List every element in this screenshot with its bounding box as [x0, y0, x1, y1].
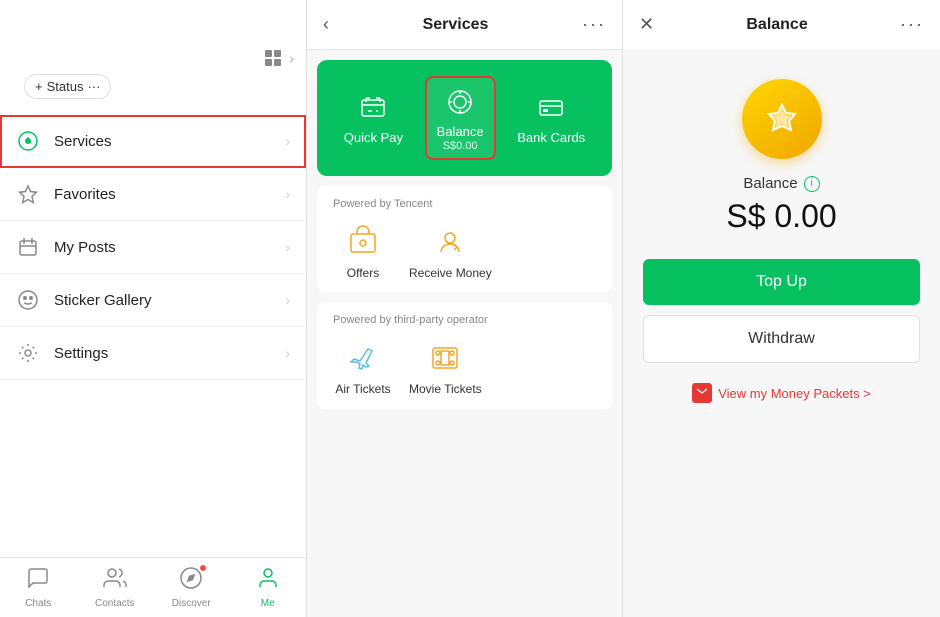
- grid-icon[interactable]: [265, 50, 281, 66]
- right-panel: ✕ Balance ··· Balance i S$ 0.00 Top Up W…: [623, 0, 940, 617]
- services-card: Quick Pay Balance S$0.00: [317, 60, 612, 176]
- sidebar-item-myposts[interactable]: My Posts ›: [0, 221, 306, 274]
- red-envelope-icon: [692, 383, 712, 403]
- balance-header: ✕ Balance ···: [623, 0, 940, 49]
- balance-item[interactable]: Balance S$0.00: [425, 76, 496, 160]
- settings-chevron: ›: [285, 345, 290, 361]
- balance-sublabel: S$0.00: [443, 140, 478, 152]
- receive-money-item[interactable]: Receive Money: [409, 222, 492, 280]
- settings-label: Settings: [54, 345, 285, 362]
- movie-tickets-label: Movie Tickets: [409, 382, 482, 396]
- balance-page-title: Balance: [746, 16, 807, 34]
- sidebar-item-services[interactable]: Services ›: [0, 115, 306, 168]
- middle-header: ‹ Services ···: [307, 0, 622, 50]
- services-label: Services: [54, 133, 285, 150]
- sidebar-item-sticker[interactable]: Sticker Gallery ›: [0, 274, 306, 327]
- bankcards-icon: [533, 90, 569, 126]
- favorites-chevron: ›: [285, 186, 290, 202]
- top-icons: ›: [265, 50, 294, 66]
- tencent-service-items: Offers Receive Money: [333, 222, 596, 280]
- left-panel: › + Status ··· Services ›: [0, 0, 307, 617]
- status-label: Status: [47, 79, 84, 94]
- middle-panel: ‹ Services ··· Quick Pay: [307, 0, 623, 617]
- myposts-label: My Posts: [54, 239, 285, 256]
- menu-list: Services › Favorites › My Posts ›: [0, 115, 306, 557]
- plus-icon: +: [35, 79, 43, 94]
- settings-icon: [16, 341, 40, 365]
- status-button[interactable]: + Status ···: [24, 74, 111, 99]
- services-chevron: ›: [285, 133, 290, 149]
- services-icon: [16, 129, 40, 153]
- nav-chats[interactable]: Chats: [0, 558, 77, 617]
- bottom-navigation: Chats Contacts Discover: [0, 557, 306, 617]
- movie-tickets-icon: [425, 338, 465, 378]
- quickpay-icon: [355, 90, 391, 126]
- chats-icon: [26, 566, 50, 596]
- balance-amount-text: S$ 0.00: [726, 198, 836, 235]
- tencent-section: Powered by Tencent Offers: [317, 186, 612, 292]
- topup-button[interactable]: Top Up: [643, 259, 920, 305]
- myposts-chevron: ›: [285, 239, 290, 255]
- discover-label: Discover: [172, 598, 211, 609]
- thirdparty-powered-label: Powered by third-party operator: [333, 314, 596, 326]
- tencent-powered-label: Powered by Tencent: [333, 198, 596, 210]
- nav-me[interactable]: Me: [230, 558, 307, 617]
- expand-icon[interactable]: ›: [289, 50, 294, 66]
- balance-title-text: Balance: [743, 175, 797, 192]
- sticker-label: Sticker Gallery: [54, 292, 285, 309]
- me-icon: [256, 566, 280, 596]
- coin-icon: [742, 79, 822, 159]
- withdraw-button[interactable]: Withdraw: [643, 315, 920, 363]
- discover-icon: [179, 566, 203, 596]
- balance-title-row: Balance i: [743, 175, 819, 192]
- offers-label: Offers: [347, 266, 379, 280]
- balance-more-button[interactable]: ···: [900, 14, 924, 35]
- middle-title: Services: [423, 16, 489, 34]
- sidebar-item-favorites[interactable]: Favorites ›: [0, 168, 306, 221]
- middle-more-button[interactable]: ···: [582, 14, 606, 35]
- air-tickets-label: Air Tickets: [335, 382, 390, 396]
- nav-discover[interactable]: Discover: [153, 558, 230, 617]
- air-tickets-item[interactable]: Air Tickets: [333, 338, 393, 396]
- balance-content: Balance i S$ 0.00 Top Up Withdraw View m…: [623, 49, 940, 423]
- me-label: Me: [261, 598, 275, 609]
- close-button[interactable]: ✕: [639, 14, 654, 35]
- offers-icon: [343, 222, 383, 262]
- contacts-label: Contacts: [95, 598, 134, 609]
- chats-label: Chats: [25, 598, 51, 609]
- thirdparty-service-items: Air Tickets Movie Tickets: [333, 338, 596, 396]
- receive-money-icon: [430, 222, 470, 262]
- contacts-icon: [103, 566, 127, 596]
- quickpay-item[interactable]: Quick Pay: [344, 90, 403, 146]
- receive-money-label: Receive Money: [409, 266, 492, 280]
- bankcards-item[interactable]: Bank Cards: [517, 90, 585, 146]
- sticker-icon: [16, 288, 40, 312]
- back-button[interactable]: ‹: [323, 14, 329, 35]
- discover-badge: [199, 564, 207, 572]
- sidebar-item-settings[interactable]: Settings ›: [0, 327, 306, 380]
- balance-icon: [442, 84, 478, 120]
- favorites-label: Favorites: [54, 186, 285, 203]
- money-packets-label: View my Money Packets >: [718, 386, 871, 401]
- favorites-icon: [16, 182, 40, 206]
- status-more-icon: ···: [87, 79, 100, 94]
- balance-info-icon[interactable]: i: [804, 176, 820, 192]
- myposts-icon: [16, 235, 40, 259]
- bankcards-label: Bank Cards: [517, 130, 585, 145]
- balance-label: Balance: [437, 124, 484, 139]
- quickpay-label: Quick Pay: [344, 130, 403, 145]
- money-packets-link[interactable]: View my Money Packets >: [692, 383, 871, 403]
- profile-area: › + Status ···: [0, 0, 306, 115]
- movie-tickets-item[interactable]: Movie Tickets: [409, 338, 482, 396]
- thirdparty-section: Powered by third-party operator Air Tick…: [317, 302, 612, 408]
- offers-item[interactable]: Offers: [333, 222, 393, 280]
- nav-contacts[interactable]: Contacts: [77, 558, 154, 617]
- air-tickets-icon: [343, 338, 383, 378]
- sticker-chevron: ›: [285, 292, 290, 308]
